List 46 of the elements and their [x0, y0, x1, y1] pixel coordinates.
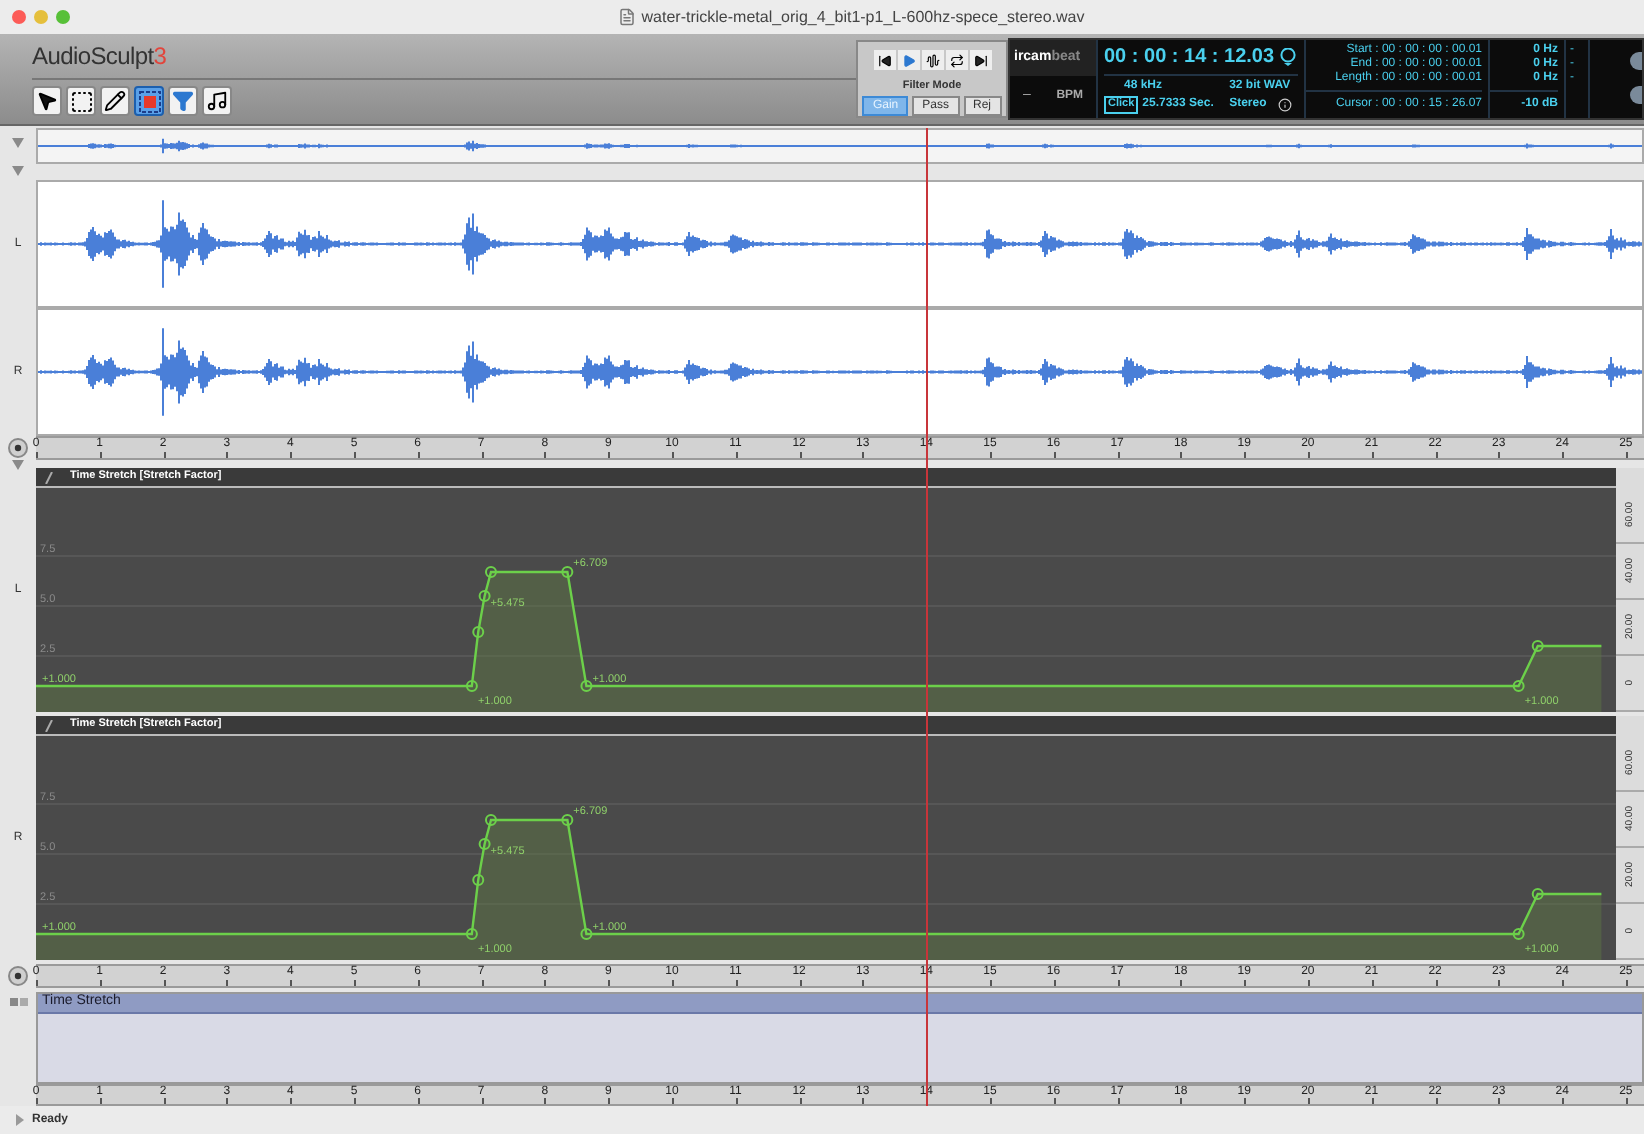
app-logo: AudioSculpt3: [32, 40, 167, 74]
overview-strip[interactable]: [36, 128, 1644, 164]
tool-button[interactable]: [66, 86, 96, 116]
breakpoint-handle[interactable]: [472, 874, 485, 886]
edit-icon[interactable]: [44, 471, 54, 483]
close-button[interactable]: [12, 10, 26, 24]
waveform-track[interactable]: [36, 180, 1644, 308]
breakpoint-handle[interactable]: [561, 566, 574, 578]
tool-button[interactable]: [202, 86, 232, 116]
file-icon: [617, 8, 636, 26]
note-icon: [206, 90, 228, 112]
breakpoint-handle[interactable]: [1512, 680, 1525, 692]
collapse-icon[interactable]: [12, 138, 24, 148]
collapse-icon[interactable]: [12, 166, 24, 176]
timecode-icon[interactable]: [1280, 48, 1297, 66]
pointer-icon: [36, 90, 58, 112]
edit-icon[interactable]: [44, 719, 54, 731]
collapse-button[interactable]: [8, 966, 28, 986]
marquee-icon: [69, 89, 93, 113]
tool-button[interactable]: [100, 86, 130, 116]
window-title: water-trickle-metal_orig_4_bit1-p1_L-600hz-spece_stereo.wav: [641, 5, 1085, 29]
collapse-button[interactable]: [8, 438, 28, 458]
skip-forward-button[interactable]: [969, 50, 991, 70]
waveform-track[interactable]: [36, 308, 1644, 436]
breakpoint-handle[interactable]: [561, 814, 574, 826]
breakpoint-handle[interactable]: [580, 928, 593, 940]
tool-button[interactable]: [32, 86, 62, 116]
track-lane[interactable]: [38, 1014, 1642, 1082]
breakpoint-handle[interactable]: [1531, 888, 1544, 900]
breakpoint-handle[interactable]: [580, 680, 593, 692]
breakpoint-handle[interactable]: [472, 626, 485, 638]
pencil-icon: [104, 90, 126, 112]
breakpoint-handle[interactable]: [465, 928, 478, 940]
filter-icon: [172, 90, 194, 112]
play-button[interactable]: [897, 50, 919, 70]
breakpoint-handle[interactable]: [1512, 928, 1525, 940]
breakpoint-handle[interactable]: [465, 680, 478, 692]
breakpoint-handle[interactable]: [1531, 640, 1544, 652]
waveform-button[interactable]: [921, 50, 943, 70]
region-icon: [137, 89, 161, 113]
expand-icon[interactable]: [16, 1114, 24, 1126]
info-icon[interactable]: [1278, 98, 1293, 112]
time-display: 00 : 00 : 14 : 12.03: [1104, 44, 1275, 72]
mute-icon[interactable]: [9, 998, 17, 1006]
skip-back-button[interactable]: [873, 50, 895, 70]
loop-button[interactable]: [945, 50, 967, 70]
